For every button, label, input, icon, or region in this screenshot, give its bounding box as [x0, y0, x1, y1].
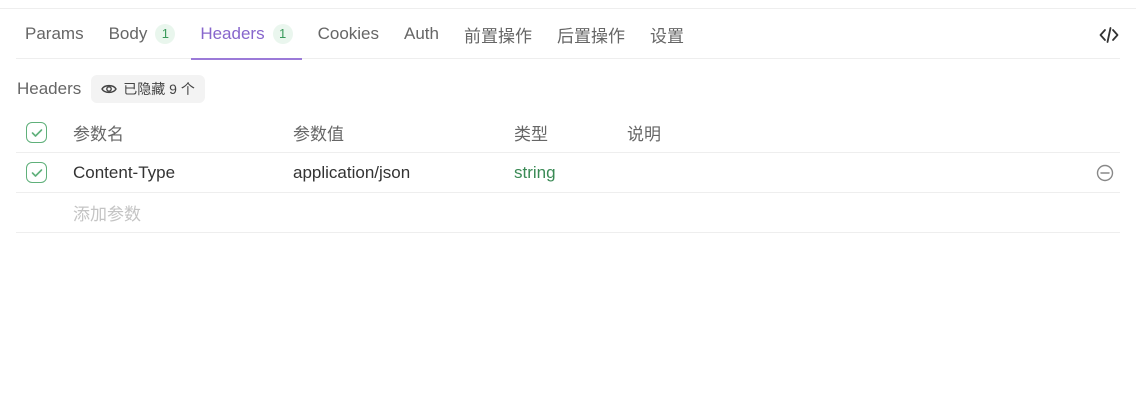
param-type-select[interactable]: string: [514, 153, 556, 192]
section-title: Headers: [17, 79, 82, 98]
select-all-checkbox[interactable]: [26, 122, 47, 143]
tab-auth[interactable]: Auth: [395, 9, 448, 59]
headers-table: 参数名 参数值 类型 说明 Content-Type application/j…: [16, 113, 1120, 233]
eye-icon: [101, 84, 118, 94]
table-header-row: 参数名 参数值 类型 说明: [16, 113, 1120, 153]
check-icon: [31, 128, 42, 137]
remove-row-button[interactable]: [1096, 153, 1114, 192]
table-row: Content-Type application/json string: [16, 153, 1120, 193]
tab-label: Cookies: [317, 24, 380, 43]
tab-label: 设置: [650, 26, 684, 46]
param-value-field[interactable]: application/json: [293, 153, 410, 192]
tab-label: 后置操作: [557, 26, 625, 46]
tab-post-operations[interactable]: 后置操作: [548, 9, 634, 59]
param-name-field[interactable]: Content-Type: [73, 153, 175, 192]
tab-body[interactable]: Body 1: [100, 9, 185, 59]
tab-params[interactable]: Params: [16, 9, 93, 59]
tab-label: Params: [25, 24, 84, 43]
tab-count-badge: 1: [155, 24, 176, 44]
hidden-count-label: 已隐藏 9 个: [123, 81, 195, 97]
tab-count-badge: 1: [272, 24, 293, 44]
tab-label: Headers: [200, 24, 265, 43]
tab-headers[interactable]: Headers 1: [191, 9, 302, 60]
code-icon: [1099, 27, 1119, 43]
column-header-type: 类型: [514, 125, 548, 144]
hidden-params-toggle[interactable]: 已隐藏 9 个: [91, 75, 205, 103]
code-view-button[interactable]: [1098, 24, 1120, 46]
tab-label: Body: [108, 24, 148, 43]
column-header-name: 参数名: [73, 125, 124, 144]
request-tabs: Params Body 1 Headers 1 Cookies Auth 前置操…: [16, 9, 1120, 60]
tab-label: 前置操作: [464, 26, 532, 46]
column-header-value: 参数值: [293, 125, 344, 144]
add-param-input[interactable]: 添加参数: [73, 193, 141, 232]
row-enable-checkbox[interactable]: [26, 162, 47, 183]
tab-settings[interactable]: 设置: [641, 9, 693, 59]
add-param-row: 添加参数: [16, 193, 1120, 233]
minus-circle-icon: [1096, 164, 1114, 181]
tab-pre-operations[interactable]: 前置操作: [455, 9, 541, 59]
tab-cookies[interactable]: Cookies: [309, 9, 388, 59]
tab-label: Auth: [404, 24, 439, 43]
headers-section-header: Headers 已隐藏 9 个: [17, 74, 205, 104]
check-icon: [31, 168, 42, 177]
column-header-description: 说明: [627, 125, 661, 144]
